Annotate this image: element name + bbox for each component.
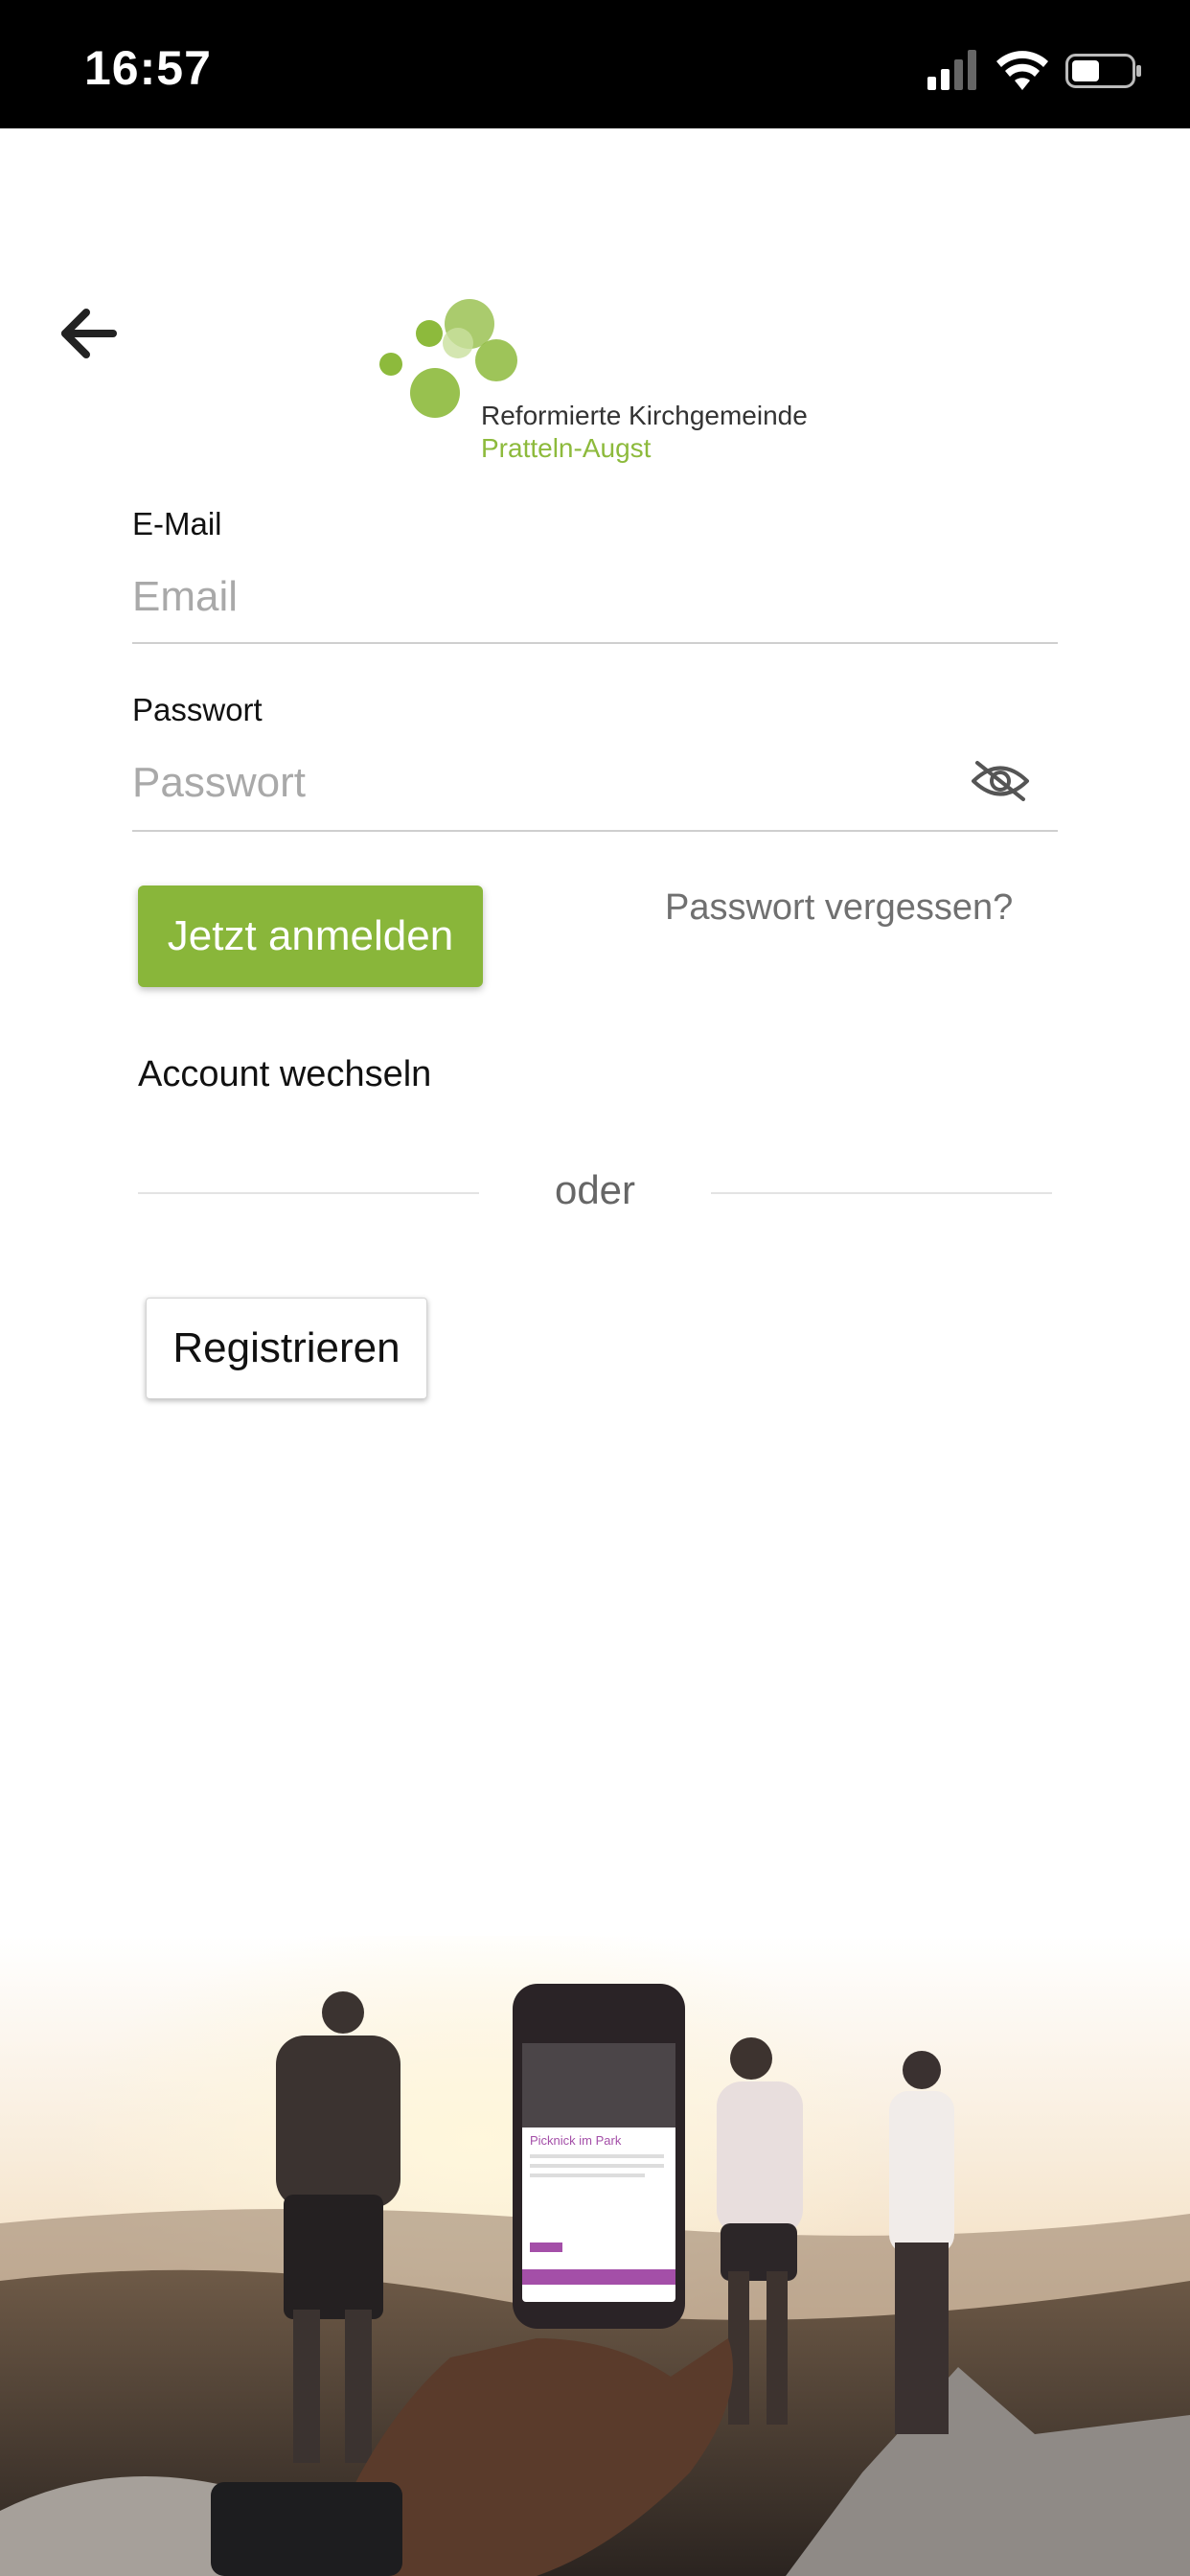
register-button[interactable]: Registrieren — [146, 1298, 427, 1399]
divider-label: oder — [554, 1167, 636, 1212]
email-underline — [132, 642, 1058, 644]
wifi-icon — [996, 51, 1048, 90]
password-label: Passwort — [132, 692, 263, 727]
hero-image: Picknick im Park — [0, 1936, 1190, 2576]
phone-card-title: Picknick im Park — [530, 2133, 622, 2148]
status-bar: 16:57 — [0, 0, 1190, 128]
signal-icon — [927, 50, 976, 90]
password-input[interactable] — [132, 749, 956, 816]
switch-account-link[interactable]: Account wechseln — [138, 1054, 431, 1095]
status-time: 16:57 — [84, 41, 212, 95]
battery-icon — [1065, 54, 1141, 88]
email-input[interactable] — [132, 564, 1058, 631]
eye-slash-icon[interactable] — [970, 757, 1031, 805]
status-icons — [926, 50, 1146, 98]
login-button[interactable]: Jetzt anmelden — [138, 886, 483, 987]
divider-line-left — [138, 1192, 479, 1194]
email-label: E-Mail — [132, 506, 222, 541]
back-arrow-icon[interactable] — [59, 309, 119, 358]
hero-illustration: Picknick im Park — [0, 1936, 1190, 2576]
divider-line-right — [711, 1192, 1052, 1194]
password-underline — [132, 830, 1058, 832]
forgot-password-link[interactable]: Passwort vergessen? — [665, 887, 1013, 929]
logo-title: Reformierte Kirchgemeinde — [481, 401, 808, 430]
logo-subtitle: Pratteln-Augst — [481, 433, 652, 463]
